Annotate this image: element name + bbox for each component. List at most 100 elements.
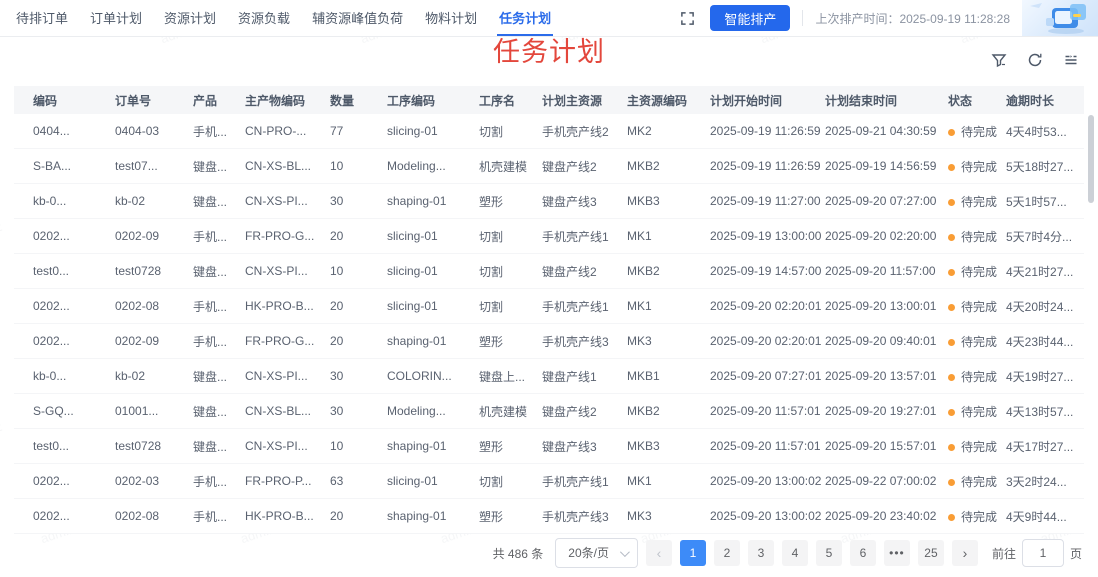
table-cell: 4天9时44...	[1006, 509, 1067, 524]
table-cell: HK-PRO-B...	[245, 299, 314, 313]
status-dot	[948, 163, 955, 171]
tab-资源计划[interactable]: 资源计划	[162, 0, 218, 36]
status-dot	[948, 373, 955, 381]
table-cell: 2025-09-20 11:57:01	[710, 439, 821, 453]
table-cell: 4天21时27...	[1006, 264, 1074, 279]
pagination-pages: 1 2 3 4 5 6 ••• 25	[679, 540, 944, 566]
table-cell: 键盘...	[193, 159, 228, 174]
table-row[interactable]: 0202... 0202-03 手机... FR-PRO-P... 63 slicing-…	[14, 464, 1084, 499]
table-row[interactable]: S-BA... test07... 键盘... CN-XS-BL... 10 Modeli…	[14, 149, 1084, 184]
table-cell: MK3	[627, 334, 652, 348]
table-cell: 2025-09-20 13:00:01	[825, 299, 937, 313]
table-row[interactable]: kb-0... kb-02 键盘... CN-XS-PI... 30 COLORIN...…	[14, 359, 1084, 394]
pagination-page-6[interactable]: 6	[849, 540, 876, 566]
table-cell: Modeling...	[387, 159, 446, 173]
table-cell: 键盘...	[193, 404, 228, 419]
table-cell: test0...	[33, 264, 70, 278]
fullscreen-icon[interactable]	[680, 9, 698, 27]
table-row[interactable]: 0202... 0202-09 手机... FR-PRO-G... 20 slicing-…	[14, 219, 1084, 254]
table-cell: 10	[330, 439, 344, 453]
tab-辅资源峰值负荷[interactable]: 辅资源峰值负荷	[310, 0, 405, 36]
table-cell: shaping-01	[387, 194, 447, 208]
table-cell: Modeling...	[387, 404, 446, 418]
table-cell: 20	[330, 509, 344, 523]
filter-icon[interactable]	[988, 49, 1010, 71]
watermark: admin2	[0, 218, 4, 247]
page-size-value: 20条/页	[568, 546, 609, 560]
table-cell: 4天20时24...	[1006, 299, 1074, 314]
table-cell: 2025-09-20 23:40:02	[825, 509, 937, 523]
table-cell: CN-XS-BL...	[245, 404, 312, 418]
app-window: admin2admin2admin2admin2admin2admin2admi…	[0, 0, 1098, 577]
table-cell: 手机...	[193, 334, 228, 349]
table-cell: FR-PRO-P...	[245, 474, 312, 488]
table-cell: MK1	[627, 474, 652, 488]
table-toolbar	[988, 49, 1082, 71]
table-row[interactable]: S-GQ... 01001... 键盘... CN-XS-BL... 30 Modelin…	[14, 394, 1084, 429]
pagination-page-1[interactable]: 1	[679, 540, 706, 566]
table-cell: 塑形	[479, 334, 504, 349]
table-row[interactable]: test0... test0728 键盘... CN-XS-PI... 10 slicin…	[14, 254, 1084, 289]
pagination-bar: 共 486 条 20条/页 ‹ 123456 ••• 25 › 前往 页	[493, 538, 1082, 568]
table-cell: 键盘...	[193, 369, 228, 384]
table-cell: 2025-09-20 11:57:01	[710, 404, 821, 418]
table-cell: 01001...	[115, 404, 159, 418]
table-cell: 手机壳产线1	[542, 299, 609, 314]
tab-待排订单[interactable]: 待排订单	[14, 0, 70, 36]
page-size-select[interactable]: 20条/页	[555, 538, 638, 568]
table-cell: 手机...	[193, 124, 228, 139]
smart-schedule-button[interactable]: 智能排产	[710, 5, 791, 31]
table-cell: 4天13时57...	[1006, 404, 1074, 419]
table-cell: 待完成	[948, 298, 1006, 315]
table-cell: MK1	[627, 229, 652, 243]
table-row[interactable]: test0... test0728 键盘... CN-XS-PI... 10 shapin…	[14, 429, 1084, 464]
status-dot	[948, 338, 955, 346]
next-page-button[interactable]: ›	[951, 540, 978, 566]
task-plan-table: 编码 订单号 产品 主产物编码 数量 工序编码 工序名 计划主资源 主资源编码 计划开始时间 计划结…	[14, 86, 1084, 534]
goto-page: 前往 页	[992, 539, 1082, 567]
tab-订单计划[interactable]: 订单计划	[88, 0, 144, 36]
table-cell: test0728	[115, 264, 162, 278]
goto-page-input[interactable]	[1021, 539, 1064, 567]
column-header: 工序名	[479, 93, 516, 108]
vertical-scrollbar[interactable]	[1088, 115, 1094, 203]
table-cell: 塑形	[479, 194, 504, 209]
column-header: 订单号	[115, 93, 152, 108]
table-cell: kb-0...	[33, 369, 67, 383]
pagination-more[interactable]: •••	[883, 540, 910, 566]
table-cell: 0202-09	[115, 229, 160, 243]
prev-page-button[interactable]: ‹	[645, 540, 672, 566]
chevron-down-icon	[619, 547, 630, 558]
table-row[interactable]: 0202... 0202-08 手机... HK-PRO-B... 20 slicing-…	[14, 289, 1084, 324]
column-settings-icon[interactable]	[1060, 49, 1082, 71]
table-row[interactable]: 0202... 0202-09 手机... FR-PRO-G... 20 shaping-…	[14, 324, 1084, 359]
tab-任务计划[interactable]: 任务计划	[497, 0, 554, 36]
pagination-page-25[interactable]: 25	[917, 540, 944, 566]
table-cell: MKB2	[627, 159, 660, 173]
table-cell: MK2	[627, 124, 652, 138]
table-cell: test0728	[115, 439, 162, 453]
table-cell: test0...	[33, 439, 70, 453]
pagination-page-3[interactable]: 3	[747, 540, 774, 566]
table-cell: 2025-09-20 02:20:01	[710, 299, 822, 313]
pagination-page-4[interactable]: 4	[781, 540, 808, 566]
table-row[interactable]: 0404... 0404-03 手机... CN-PRO-... 77 slicing-0…	[14, 114, 1084, 149]
table-cell: 20	[330, 299, 344, 313]
table-cell: MKB2	[627, 264, 660, 278]
refresh-icon[interactable]	[1024, 49, 1046, 71]
status-dot	[948, 303, 955, 311]
table-cell: 待完成	[948, 123, 1006, 140]
table-cell: 待完成	[948, 263, 1006, 280]
tab-物料计划[interactable]: 物料计划	[423, 0, 479, 36]
table-row[interactable]: 0202... 0202-08 手机... HK-PRO-B... 20 shaping-…	[14, 499, 1084, 534]
tab-资源负载[interactable]: 资源负载	[236, 0, 292, 36]
table-cell: 2025-09-19 14:57:00	[710, 264, 822, 278]
table-cell: 0202...	[33, 299, 70, 313]
table-row[interactable]: kb-0... kb-02 键盘... CN-XS-PI... 30 shaping-01…	[14, 184, 1084, 219]
divider	[802, 10, 804, 26]
table-cell: MK3	[627, 509, 652, 523]
table-cell: 切割	[479, 299, 504, 314]
pagination-page-2[interactable]: 2	[713, 540, 740, 566]
pagination-page-5[interactable]: 5	[815, 540, 842, 566]
last-schedule-time: 上次排产时间：2025-09-19 11:28:28	[815, 11, 1010, 26]
